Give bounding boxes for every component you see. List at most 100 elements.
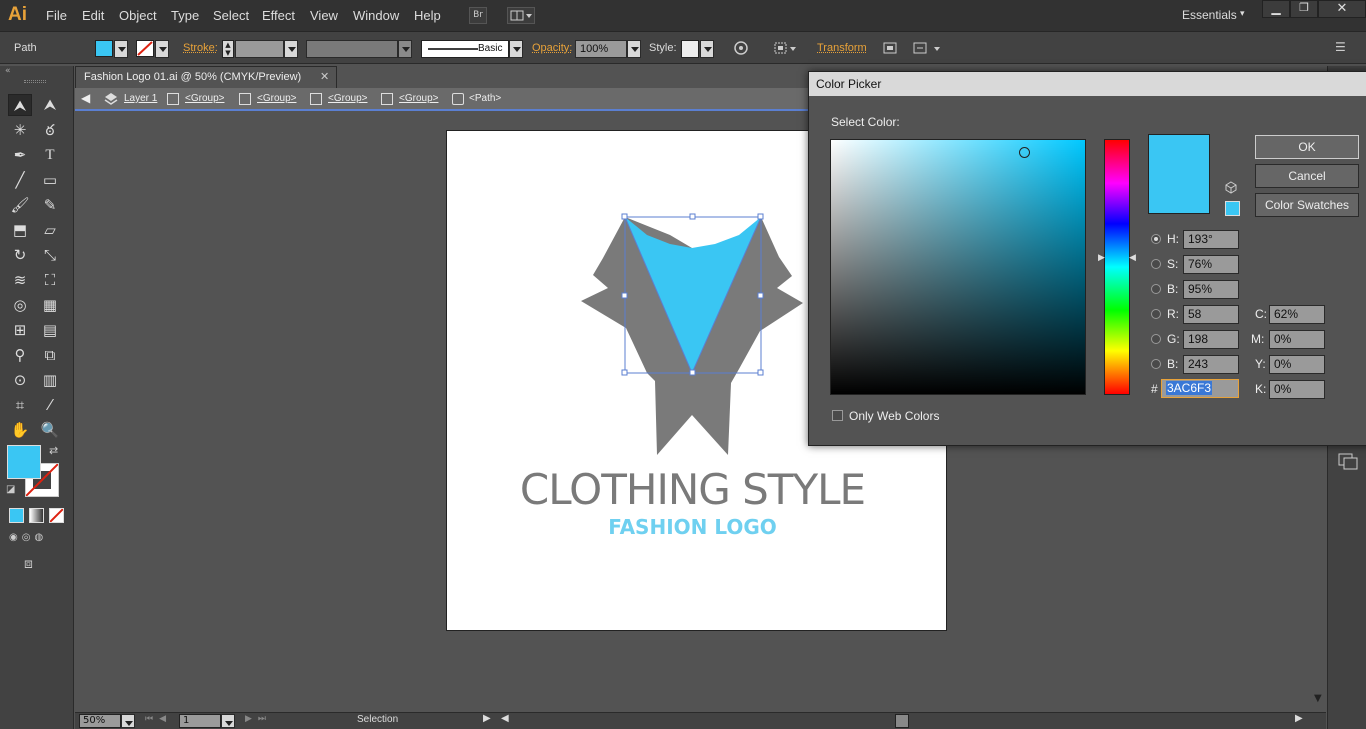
stroke-weight-stepper[interactable]: ▲ ▼ xyxy=(222,40,234,58)
panel-menu-icon[interactable]: ☰ xyxy=(1335,40,1346,54)
type-tool-icon[interactable]: T xyxy=(38,144,62,166)
scale-tool-icon[interactable]: ⤡ xyxy=(38,244,62,266)
zoom-field[interactable]: 50% xyxy=(79,714,121,728)
blob-brush-tool-icon[interactable]: ⬒ xyxy=(8,219,32,241)
hue-slider-right-handle[interactable]: ◀ xyxy=(1129,253,1136,263)
blend-tool-icon[interactable]: ⧉ xyxy=(38,344,62,366)
line-tool-icon[interactable]: ╱ xyxy=(8,169,32,191)
document-tab[interactable]: Fashion Logo 01.ai @ 50% (CMYK/Preview) … xyxy=(75,66,337,88)
magenta-field[interactable]: 0% xyxy=(1269,330,1325,349)
default-fill-stroke-icon[interactable]: ◪ xyxy=(6,484,15,495)
saturation-field[interactable]: 76% xyxy=(1183,255,1239,274)
panel-grip[interactable] xyxy=(24,80,46,83)
direct-selection-tool-icon[interactable]: ⮝ xyxy=(38,94,62,116)
menu-effect[interactable]: Effect xyxy=(262,8,295,23)
hex-field[interactable]: 3AC6F3 xyxy=(1161,379,1239,398)
shape-builder-tool-icon[interactable]: ◎ xyxy=(8,294,32,316)
magic-wand-tool-icon[interactable]: ✳ xyxy=(8,119,32,141)
color-mode-button[interactable] xyxy=(9,508,24,523)
menu-type[interactable]: Type xyxy=(171,8,199,23)
crumb-group-1[interactable]: <Group> xyxy=(185,93,224,104)
artboards-panel-button[interactable] xyxy=(1328,444,1366,476)
back-arrow-icon[interactable]: ◀ xyxy=(81,91,90,105)
transform-link[interactable]: Transform xyxy=(817,42,867,54)
variable-width-field[interactable] xyxy=(306,40,398,58)
slice-tool-icon[interactable]: ⁄ xyxy=(38,394,62,416)
perspective-grid-tool-icon[interactable]: ▦ xyxy=(38,294,62,316)
gradient-mode-button[interactable] xyxy=(29,508,44,523)
green-field[interactable]: 198 xyxy=(1183,330,1239,349)
align-options-icon[interactable] xyxy=(773,40,797,56)
lasso-tool-icon[interactable]: ఠ xyxy=(38,119,62,141)
recolor-artwork-icon[interactable] xyxy=(733,40,749,56)
next-last-artboard-icons[interactable]: ▶⏭ xyxy=(245,714,272,724)
hand-tool-icon[interactable]: ✋ xyxy=(8,419,32,441)
out-of-gamut-cube-icon[interactable] xyxy=(1224,180,1238,194)
workspace-chevron-icon[interactable]: ▾ xyxy=(1240,9,1245,19)
scroll-right-icon[interactable]: ▶ xyxy=(1295,713,1303,724)
artboard-dropdown[interactable] xyxy=(221,714,235,728)
stroke-dropdown[interactable] xyxy=(155,40,169,58)
arrange-documents-button[interactable] xyxy=(507,7,535,24)
menu-view[interactable]: View xyxy=(310,8,338,23)
free-transform-tool-icon[interactable]: ⛶ xyxy=(38,269,62,291)
menu-select[interactable]: Select xyxy=(213,8,249,23)
zoom-dropdown[interactable] xyxy=(121,714,135,728)
web-safe-color-swatch[interactable] xyxy=(1225,201,1240,216)
menu-file[interactable]: File xyxy=(46,8,67,23)
collapse-panel-icon[interactable]: « xyxy=(5,66,11,76)
cancel-button[interactable]: Cancel xyxy=(1255,164,1359,188)
column-graph-tool-icon[interactable]: ▥ xyxy=(38,369,62,391)
eraser-tool-icon[interactable]: ▱ xyxy=(38,219,62,241)
blue-radio[interactable] xyxy=(1151,359,1161,369)
close-button[interactable]: ✕ xyxy=(1318,0,1366,18)
restore-button[interactable]: ❐ xyxy=(1290,0,1318,18)
hue-field[interactable]: 193° xyxy=(1183,230,1239,249)
saturation-brightness-field[interactable] xyxy=(830,139,1086,395)
screen-mode-icon[interactable]: ⧈ xyxy=(24,556,33,572)
rectangle-tool-icon[interactable]: ▭ xyxy=(38,169,62,191)
color-swatches-button[interactable]: Color Swatches xyxy=(1255,193,1359,217)
variable-width-dropdown[interactable] xyxy=(398,40,412,58)
gradient-tool-icon[interactable]: ▤ xyxy=(38,319,62,341)
scroll-down-icon[interactable]: ▼ xyxy=(1314,693,1322,704)
bridge-button[interactable]: Br xyxy=(469,7,487,24)
hue-radio[interactable] xyxy=(1151,234,1161,244)
hue-slider[interactable] xyxy=(1104,139,1130,395)
artboard-number-field[interactable]: 1 xyxy=(179,714,221,728)
only-web-colors-checkbox[interactable] xyxy=(832,410,843,421)
blue-field[interactable]: 243 xyxy=(1183,355,1239,374)
opacity-dropdown[interactable] xyxy=(627,40,641,58)
yellow-field[interactable]: 0% xyxy=(1269,355,1325,374)
black-field[interactable]: 0% xyxy=(1269,380,1325,399)
style-swatch[interactable] xyxy=(681,40,699,58)
swap-fill-stroke-icon[interactable]: ⇄ xyxy=(49,444,58,457)
menu-edit[interactable]: Edit xyxy=(82,8,104,23)
rotate-tool-icon[interactable]: ↻ xyxy=(8,244,32,266)
stroke-label[interactable]: Stroke: xyxy=(183,42,218,54)
crumb-group-3[interactable]: <Group> xyxy=(328,93,367,104)
pen-tool-icon[interactable]: ✒ xyxy=(8,144,32,166)
brush-dropdown[interactable] xyxy=(509,40,523,58)
crumb-layer[interactable]: Layer 1 xyxy=(124,93,157,104)
ok-button[interactable]: OK xyxy=(1255,135,1359,159)
menu-object[interactable]: Object xyxy=(119,8,157,23)
pencil-tool-icon[interactable]: ✎ xyxy=(38,194,62,216)
distribute-options-icon[interactable] xyxy=(912,40,944,56)
menu-window[interactable]: Window xyxy=(353,8,399,23)
symbol-sprayer-tool-icon[interactable]: ⊙ xyxy=(8,369,32,391)
zoom-tool-icon[interactable]: 🔍 xyxy=(38,419,62,441)
crumb-group-4[interactable]: <Group> xyxy=(399,93,438,104)
none-mode-button[interactable] xyxy=(49,508,64,523)
dialog-title[interactable]: Color Picker xyxy=(809,72,1366,96)
isolate-object-icon[interactable] xyxy=(881,40,899,56)
fill-color-swatch[interactable] xyxy=(7,445,41,479)
color-cursor[interactable] xyxy=(1019,147,1030,158)
fill-swatch[interactable] xyxy=(95,40,113,57)
red-radio[interactable] xyxy=(1151,309,1161,319)
fill-dropdown[interactable] xyxy=(114,40,128,58)
saturation-radio[interactable] xyxy=(1151,259,1161,269)
warp-tool-icon[interactable]: ≋ xyxy=(8,269,32,291)
scroll-left-icon[interactable]: ◀ xyxy=(501,713,509,724)
drawing-modes[interactable]: ◉◎◍ xyxy=(9,532,65,546)
